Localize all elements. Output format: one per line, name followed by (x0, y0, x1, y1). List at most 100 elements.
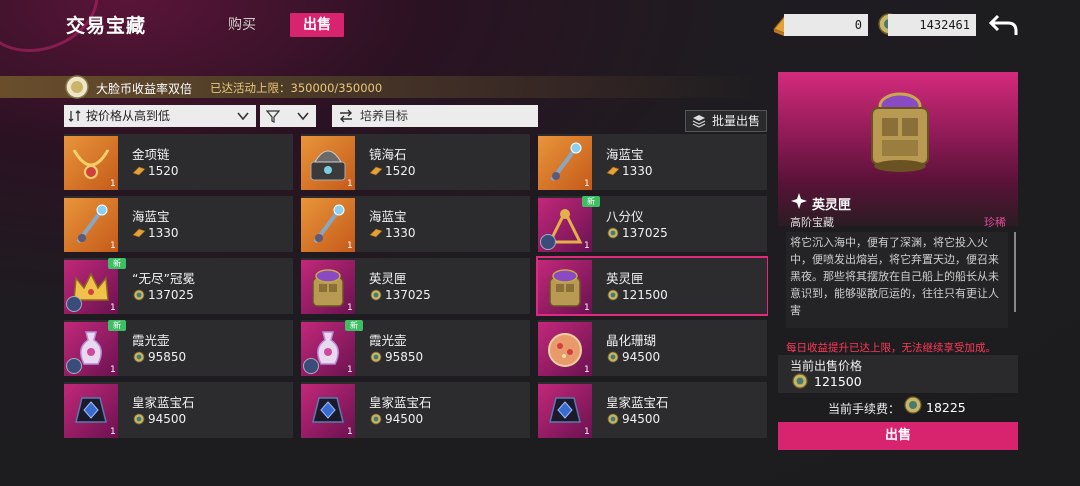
item-card[interactable]: 1 新 “无尽”冠冕 137025 (64, 258, 293, 314)
item-price: 137025 (148, 288, 194, 302)
item-quantity: 1 (584, 179, 590, 189)
detail-rarity: 珍稀 (984, 216, 1006, 229)
item-card[interactable]: 1 皇家蓝宝石 94500 (64, 382, 293, 438)
item-card[interactable]: 1 英灵匣 121500 (536, 256, 768, 316)
item-price: 137025 (622, 226, 668, 240)
item-quantity: 1 (347, 365, 353, 375)
attribute-badge-icon (540, 234, 556, 250)
item-card[interactable]: 1 新八分仪 137025 (538, 196, 767, 252)
item-price: 1520 (148, 164, 179, 178)
item-name: 镜海石 (369, 147, 407, 162)
coin-icon (607, 227, 619, 239)
filter-icon (266, 110, 280, 123)
item-quantity: 1 (584, 241, 590, 251)
chevron-down-icon (237, 112, 249, 121)
item-name: 皇家蓝宝石 (132, 395, 195, 410)
item-name: 霞光壶 (132, 333, 170, 348)
attribute-badge-icon (66, 296, 82, 312)
double-coin-icon (65, 75, 89, 99)
coin-icon (370, 289, 382, 301)
item-thumbnail: 1 (538, 260, 592, 314)
fee-value: 18225 (926, 400, 966, 415)
coin-icon (133, 413, 145, 425)
coin-balance: 1432461 (888, 14, 976, 36)
item-quantity: 1 (584, 303, 590, 313)
item-thumbnail: 1 (538, 136, 592, 190)
item-name: 海蓝宝 (369, 209, 407, 224)
detail-category: 高阶宝藏 (790, 216, 834, 229)
item-price: 1520 (385, 164, 416, 178)
item-card[interactable]: 1 英灵匣 137025 (301, 258, 530, 314)
item-name: 英灵匣 (369, 271, 407, 286)
gold-bar-icon (132, 228, 146, 238)
tab-buy[interactable]: 购买 (228, 13, 256, 37)
gold-bar-icon (606, 166, 620, 176)
tab-sell[interactable]: 出售 (290, 13, 344, 37)
current-price-label: 当前出售价格 (790, 359, 863, 373)
target-selector[interactable]: 培养目标 (332, 105, 538, 127)
event-limit: 已达活动上限：350000/350000 (210, 81, 383, 95)
coin-icon (607, 413, 619, 425)
limit-warning: 每日收益提升已达上限，无法继续享受加成。 (786, 342, 996, 354)
item-price: 121500 (622, 288, 668, 302)
item-name: 霞光壶 (369, 333, 407, 348)
coin-icon (792, 373, 808, 389)
event-title: 大脸币收益率双倍 (96, 82, 193, 96)
item-card[interactable]: 1 晶化珊瑚 94500 (538, 320, 767, 376)
item-thumbnail: 1 (538, 384, 592, 438)
item-card[interactable]: 1 海蓝宝 1330 (538, 134, 767, 190)
item-price: 94500 (148, 412, 187, 426)
item-quantity: 1 (110, 241, 116, 251)
item-name: 海蓝宝 (606, 147, 644, 162)
item-card[interactable]: 1 皇家蓝宝石 94500 (538, 382, 767, 438)
item-card[interactable]: 1 金项链 1520 (64, 134, 293, 190)
item-thumbnail: 1 (538, 322, 592, 376)
new-badge: 新 (108, 258, 126, 269)
item-name: 金项链 (132, 147, 170, 162)
item-card[interactable]: 1 镜海石 1520 (301, 134, 530, 190)
new-badge: 新 (345, 320, 363, 331)
gold-bar-icon (132, 166, 146, 176)
item-name: 八分仪 (606, 209, 644, 224)
description-scrollbar[interactable] (1014, 232, 1016, 312)
item-card[interactable]: 1 新霞光壶 95850 (301, 320, 530, 376)
item-card[interactable]: 1 皇家蓝宝石 94500 (301, 382, 530, 438)
detail-description[interactable]: 将它沉入海中，便有了深渊，将它投入火中，便喷发出熔岩，将它弃置天边，便召来黑夜。… (786, 232, 1008, 328)
sort-label: 按价格从高到低 (86, 109, 171, 123)
item-price: 95850 (148, 350, 187, 364)
chevron-down-icon (297, 112, 309, 121)
item-thumbnail: 1 (301, 136, 355, 190)
item-card[interactable]: 1 新霞光壶 95850 (64, 320, 293, 376)
item-quantity: 1 (110, 365, 116, 375)
gold-bar-icon (369, 228, 383, 238)
batch-sell-button[interactable]: 批量出售 (685, 110, 767, 132)
coin-icon (370, 413, 382, 425)
item-card[interactable]: 1 海蓝宝 1330 (64, 196, 293, 252)
item-price: 137025 (385, 288, 431, 302)
back-arrow-icon[interactable] (988, 12, 1020, 38)
sort-dropdown[interactable]: 按价格从高到低 (64, 105, 256, 127)
rarity-star-icon (791, 193, 807, 209)
coin-icon (904, 396, 922, 414)
batch-sell-label: 批量出售 (712, 114, 761, 128)
item-quantity: 1 (347, 427, 353, 437)
gold-balance: 0 (784, 14, 868, 36)
item-price: 94500 (622, 350, 661, 364)
sell-button[interactable]: 出售 (778, 422, 1018, 450)
sort-icon (68, 110, 81, 122)
item-card[interactable]: 1 海蓝宝 1330 (301, 196, 530, 252)
attribute-badge-icon (66, 358, 82, 374)
item-name: 皇家蓝宝石 (606, 395, 669, 410)
page-title: 交易宝藏 (66, 15, 147, 37)
coin-icon (607, 289, 619, 301)
filter-dropdown[interactable] (260, 105, 316, 127)
item-grid: 1 金项链 1520 1 镜海石 1520 1 海蓝宝 1330 1 海蓝宝 1330 1 海蓝宝 1330… (64, 134, 768, 486)
item-price: 1330 (385, 226, 416, 240)
fee-label: 当前手续费： (828, 402, 901, 416)
item-thumbnail: 1 (64, 384, 118, 438)
item-quantity: 1 (347, 303, 353, 313)
coin-icon (370, 351, 382, 363)
layers-icon (692, 115, 706, 128)
chest-artwork (871, 92, 929, 172)
item-price: 94500 (385, 412, 424, 426)
